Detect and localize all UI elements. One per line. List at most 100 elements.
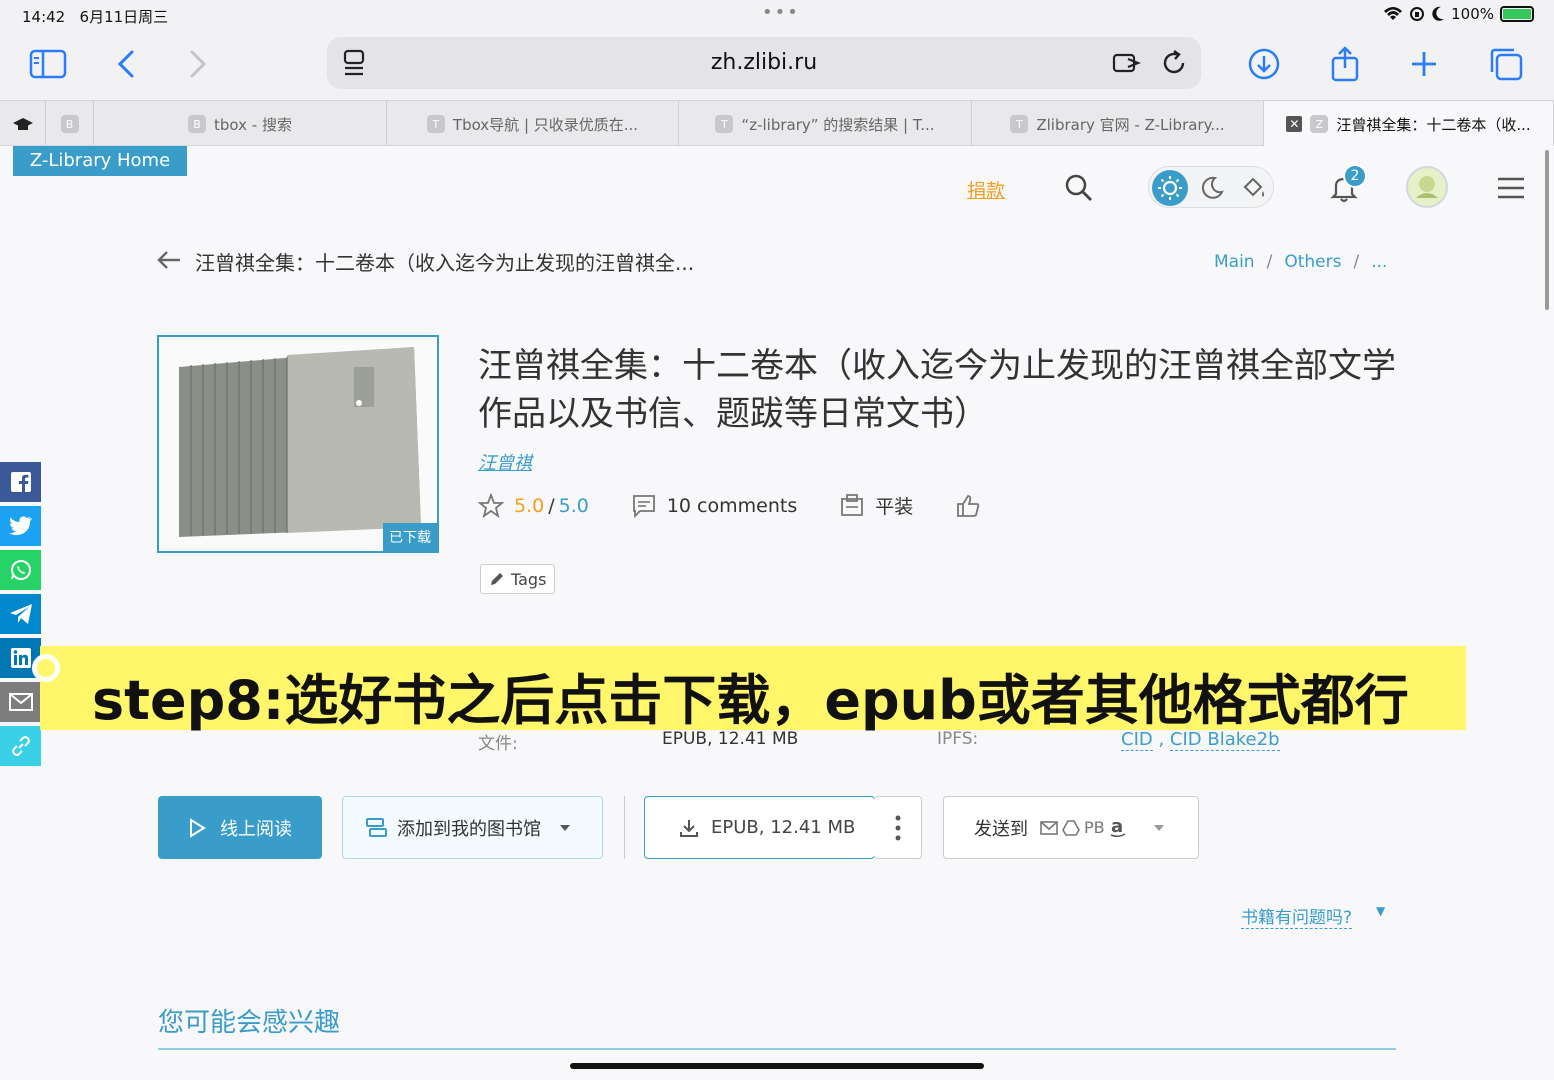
extension-icon[interactable] bbox=[1111, 48, 1141, 78]
book-meta-row: 5.0/5.0 10 comments 平装 bbox=[478, 492, 1023, 519]
dark-theme-icon[interactable] bbox=[1199, 175, 1225, 201]
chevron-down-icon bbox=[1153, 824, 1164, 831]
more-formats-button[interactable] bbox=[874, 796, 922, 859]
notification-count-badge: 2 bbox=[1343, 164, 1367, 188]
breadcrumb-others[interactable]: Others bbox=[1284, 252, 1341, 272]
browser-toolbar: zh.zlibi.ru bbox=[0, 30, 1554, 100]
recommendations-divider bbox=[158, 1048, 1396, 1050]
tab-overview-icon[interactable] bbox=[1486, 44, 1526, 84]
rating-value: 5.0 bbox=[514, 494, 545, 517]
facebook-share-icon[interactable] bbox=[0, 462, 41, 502]
tab-label: “z-library” 的搜索结果 | T... bbox=[741, 115, 935, 134]
breadcrumb-separator: / bbox=[1353, 252, 1360, 272]
tab-zlibrary-results[interactable]: T “z-library” 的搜索结果 | T... bbox=[679, 101, 972, 147]
home-indicator[interactable] bbox=[570, 1063, 984, 1069]
tab-zlibrary-official[interactable]: T Zlibrary 官网 - Z-Library... bbox=[972, 101, 1264, 147]
comments-count: 10 comments bbox=[666, 494, 798, 517]
amazon-kindle-icon: a bbox=[1110, 818, 1125, 837]
graduation-cap-icon bbox=[12, 118, 33, 130]
breadcrumb-main[interactable]: Main bbox=[1214, 252, 1255, 272]
report-problem-link[interactable]: 书籍有问题吗? bbox=[1241, 903, 1353, 929]
caption-text: step8:选好书之后点击下载，epub或者其他格式都行 bbox=[92, 669, 1409, 732]
bookshelf-icon bbox=[366, 817, 387, 837]
svg-text:a: a bbox=[1111, 818, 1123, 837]
telegram-share-icon[interactable] bbox=[0, 594, 41, 634]
book-cover[interactable]: 已下载 bbox=[157, 335, 439, 553]
multitasking-dots[interactable]: ••• bbox=[762, 2, 800, 23]
hamburger-menu-icon[interactable] bbox=[1496, 174, 1526, 202]
like-button[interactable] bbox=[955, 493, 981, 519]
button-divider bbox=[624, 796, 625, 859]
tab-b[interactable]: B bbox=[46, 101, 94, 147]
battery-icon bbox=[1500, 6, 1534, 22]
chevron-down-icon[interactable]: ▼ bbox=[1376, 904, 1385, 918]
copy-link-icon[interactable] bbox=[0, 726, 41, 766]
play-icon bbox=[190, 817, 206, 838]
thumbs-up-icon bbox=[957, 494, 980, 517]
chevron-down-icon bbox=[560, 824, 570, 831]
back-arrow-icon[interactable] bbox=[155, 246, 183, 274]
download-icon[interactable] bbox=[1244, 44, 1284, 84]
send-services: PB a bbox=[1040, 818, 1127, 838]
book-author-link[interactable]: 汪曾祺 bbox=[478, 449, 532, 475]
tab-bar: B Btbox - 搜索 T Tbox导航 | 只收录优质在... T “z-lib… bbox=[0, 100, 1554, 147]
send-to-button[interactable]: 发送到 PB a bbox=[943, 796, 1199, 859]
tags-button[interactable]: Tags bbox=[480, 564, 556, 594]
add-to-library-button[interactable]: 添加到我的图书馆 bbox=[342, 796, 603, 859]
search-icon[interactable] bbox=[1064, 173, 1094, 203]
book-rating[interactable]: 5.0/5.0 bbox=[478, 492, 589, 519]
email-share-icon[interactable] bbox=[0, 682, 41, 722]
twitter-share-icon[interactable] bbox=[0, 506, 41, 546]
caption-marker bbox=[32, 654, 60, 682]
share-icon[interactable] bbox=[1325, 44, 1365, 84]
tab-current-book[interactable]: ✕ Z 汪曾祺全集：十二卷本（收... bbox=[1264, 101, 1554, 147]
url-text[interactable]: zh.zlibi.ru bbox=[327, 50, 1201, 75]
read-online-button[interactable]: 线上阅读 bbox=[158, 796, 322, 859]
light-theme-icon[interactable] bbox=[1152, 170, 1188, 206]
tab-pinned[interactable] bbox=[0, 101, 46, 147]
donate-link[interactable]: 捐款 bbox=[967, 176, 1005, 203]
breadcrumb-more[interactable]: ... bbox=[1371, 252, 1387, 272]
whatsapp-share-icon[interactable] bbox=[0, 550, 41, 590]
status-time: 14:42 6月11日周三 bbox=[22, 8, 169, 26]
forward-icon[interactable] bbox=[178, 44, 218, 84]
page-title: 汪曾祺全集：十二卷本（收入迄今为止发现的汪曾祺全... bbox=[195, 251, 695, 275]
vertical-dots-icon bbox=[895, 815, 900, 840]
comments-link[interactable]: 10 comments bbox=[631, 493, 797, 519]
tab-favicon: B bbox=[60, 115, 79, 133]
back-icon[interactable] bbox=[106, 44, 146, 84]
address-bar[interactable]: zh.zlibi.ru bbox=[327, 37, 1201, 89]
status-right: 100% bbox=[1383, 5, 1534, 23]
sidebar-toggle-icon[interactable] bbox=[28, 44, 68, 84]
google-drive-icon bbox=[1062, 819, 1080, 836]
social-share-bar bbox=[0, 462, 41, 770]
user-avatar[interactable] bbox=[1406, 166, 1448, 208]
tab-label: tbox - 搜索 bbox=[214, 115, 292, 134]
book-cover-image bbox=[159, 337, 437, 551]
wifi-icon bbox=[1384, 7, 1403, 20]
status-bar: 14:42 6月11日周三 ••• 100% bbox=[0, 0, 1554, 30]
tab-tbox-nav[interactable]: T Tbox导航 | 只收录优质在... bbox=[387, 101, 679, 147]
tab-favicon: Z bbox=[1310, 115, 1329, 133]
tab-tbox-search[interactable]: Btbox - 搜索 bbox=[94, 101, 387, 147]
download-epub-button[interactable]: EPUB, 12.41 MB bbox=[644, 796, 875, 859]
star-icon bbox=[478, 492, 504, 518]
pocketbook-label: PB bbox=[1084, 818, 1105, 837]
binding-value: 平装 bbox=[875, 496, 914, 518]
close-tab-icon[interactable]: ✕ bbox=[1286, 116, 1303, 132]
email-icon bbox=[1040, 820, 1058, 835]
add-to-library-label: 添加到我的图书馆 bbox=[397, 818, 541, 840]
breadcrumb: Main / Others / ... bbox=[1214, 252, 1387, 272]
new-tab-icon[interactable] bbox=[1404, 44, 1444, 84]
zlibrary-home-link[interactable]: Z-Library Home bbox=[13, 146, 187, 176]
tab-favicon: B bbox=[188, 115, 207, 133]
paint-bucket-icon[interactable] bbox=[1241, 175, 1267, 201]
theme-switcher bbox=[1148, 166, 1274, 208]
page-scrollbar[interactable] bbox=[1545, 150, 1549, 310]
reload-icon[interactable] bbox=[1159, 48, 1189, 78]
book-title: 汪曾祺全集：十二卷本（收入迄今为止发现的汪曾祺全部文学作品以及书信、题跋等日常文… bbox=[478, 346, 1396, 434]
tab-label: Zlibrary 官网 - Z-Library... bbox=[1036, 115, 1225, 134]
moon-icon bbox=[1432, 6, 1445, 21]
orientation-lock-icon bbox=[1410, 7, 1425, 21]
read-online-label: 线上阅读 bbox=[220, 818, 292, 840]
